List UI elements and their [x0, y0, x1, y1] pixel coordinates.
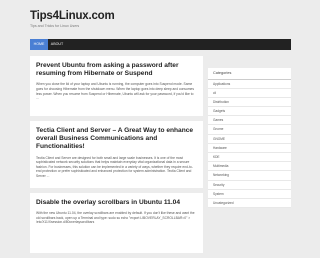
category-link[interactable]: cli	[208, 89, 291, 98]
category-link[interactable]: Distribution	[208, 98, 291, 108]
post-excerpt: When you close the lid of your laptop an…	[36, 82, 194, 101]
nav-home-link[interactable]: HOME	[30, 39, 48, 50]
post-excerpt: With the new Ubuntu 11.04, the overlay s…	[36, 211, 195, 225]
sidebar-heading: Categories	[208, 68, 291, 80]
category-link[interactable]: Applications	[208, 80, 291, 89]
post-title[interactable]: Disable the overlay scrollbars in Ubuntu…	[36, 199, 197, 207]
category-link[interactable]: Uncategorized	[208, 199, 291, 209]
post-excerpt: Tectia Client and Server are designed fo…	[36, 155, 193, 178]
category-link[interactable]: Gadgets	[208, 107, 291, 117]
site-title[interactable]: Tips4Linux.com	[30, 10, 115, 22]
category-link[interactable]: KDE	[208, 153, 291, 163]
nav-about-link[interactable]: ABOUT	[48, 39, 66, 50]
sidebar-categories: Categories Applications cli Distribution…	[208, 68, 291, 209]
site-header: Tips4Linux.com Tips and Tricks for Linux…	[30, 10, 115, 28]
category-link[interactable]: GNOME	[208, 135, 291, 144]
category-link[interactable]: Multimedia	[208, 162, 291, 172]
category-link[interactable]: System	[208, 190, 291, 199]
post-title[interactable]: Tectia Client and Server – A Great Way t…	[36, 127, 197, 152]
post-title[interactable]: Prevent Ubuntu from asking a password af…	[36, 62, 197, 78]
main-navbar: HOME ABOUT	[30, 39, 291, 50]
post-list: Prevent Ubuntu from asking a password af…	[30, 56, 203, 258]
post-card: Disable the overlay scrollbars in Ubuntu…	[30, 193, 203, 253]
category-link[interactable]: Security	[208, 181, 291, 190]
category-link[interactable]: Hardware	[208, 144, 291, 153]
category-link[interactable]: Games	[208, 116, 291, 126]
post-card: Prevent Ubuntu from asking a password af…	[30, 56, 203, 116]
category-link[interactable]: Gnome	[208, 125, 291, 135]
post-card: Tectia Client and Server – A Great Way t…	[30, 121, 203, 188]
site-tagline: Tips and Tricks for Linux Users	[30, 24, 80, 28]
category-link[interactable]: Networking	[208, 171, 291, 181]
